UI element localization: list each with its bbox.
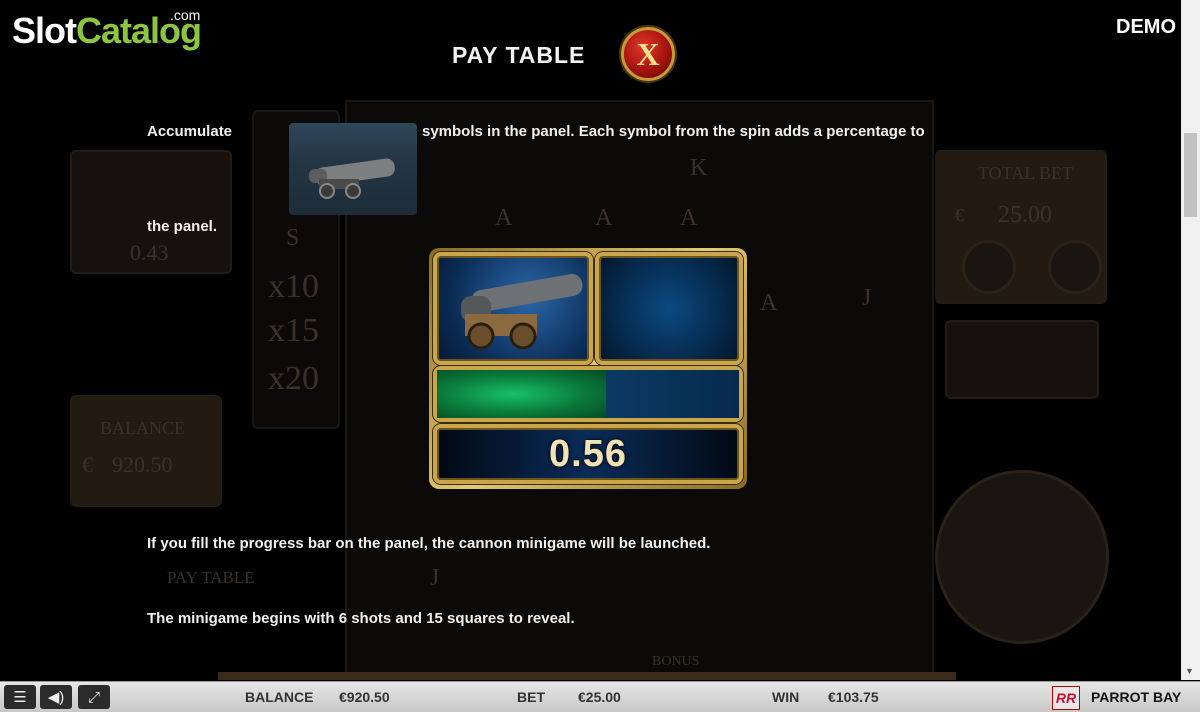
sound-button[interactable]: ◀): [40, 685, 72, 709]
backdrop-total-bet-currency: €: [955, 205, 964, 225]
speaker-icon: ◀): [47, 689, 65, 706]
backdrop-reel-letter: J: [430, 565, 440, 591]
backdrop-autoplay-panel: [945, 320, 1099, 399]
provider-logo: RR: [1052, 686, 1080, 710]
cannon-symbol-icon: [289, 123, 417, 215]
backdrop-balance-currency: €: [82, 452, 93, 477]
demo-label: DEMO: [1116, 16, 1176, 38]
backdrop-reel-letter: A: [680, 205, 698, 231]
backdrop-balance-label: BALANCE: [100, 418, 185, 438]
progress-bar-fill: [437, 370, 607, 418]
backdrop-bonus-label: BONUS: [652, 654, 700, 669]
game-name: PARROT BAY: [1091, 689, 1182, 705]
bet-value: €25.00: [578, 689, 621, 705]
backdrop-total-bet-value: 25.00: [998, 202, 1052, 228]
text-minigame: The minigame begins with 6 shots and 15 …: [147, 610, 575, 627]
paytable-scrollbar[interactable]: ▼: [1181, 0, 1200, 680]
bottom-bar: ☰ ◀) ⤢ BALANCE €920.50 BET €25.00 WIN €1…: [0, 681, 1200, 712]
backdrop-reel-letter: A: [760, 290, 778, 316]
text-symbols-in-panel: symbols in the panel. Each symbol from t…: [422, 123, 925, 140]
scroll-down-arrow-icon[interactable]: ▼: [1185, 666, 1194, 676]
backdrop-reel-letter: K: [690, 155, 708, 181]
logo-slot-text: Slot: [12, 10, 77, 51]
backdrop-balance-panel: [70, 395, 222, 507]
bet-label: BET: [517, 689, 545, 705]
balance-value: €920.50: [339, 689, 390, 705]
panel-empty-cell: [595, 252, 743, 365]
logo-com-text: .com: [170, 7, 201, 23]
text-fill-progress: If you fill the progress bar on the pane…: [147, 535, 711, 552]
balance-label: BALANCE: [245, 689, 314, 705]
close-icon: X: [636, 36, 660, 72]
win-value: €103.75: [828, 689, 879, 705]
hamburger-icon: ☰: [13, 689, 27, 706]
cannon-icon: [461, 274, 583, 350]
backdrop-spin-button: [935, 470, 1109, 644]
backdrop-reel-letter: A: [495, 205, 513, 231]
backdrop-minus-button: [962, 240, 1016, 294]
backdrop-bottom-frame: [218, 672, 956, 680]
backdrop-total-bet-label: TOTAL BET: [978, 163, 1074, 183]
text-accumulate: Accumulate: [147, 123, 233, 140]
backdrop-reel-letter: A: [595, 205, 613, 231]
text-the-panel: the panel.: [147, 218, 218, 235]
slotcatalog-logo[interactable]: SlotCatalog .com: [12, 7, 202, 52]
win-label: WIN: [772, 689, 800, 705]
cannon-progress-panel: 0.56: [429, 248, 747, 489]
panel-cannon-cell: [433, 252, 593, 365]
backdrop-balance-value: 920.50: [112, 452, 173, 477]
scrollbar-thumb[interactable]: [1184, 133, 1197, 217]
panel-value: 0.56: [549, 432, 627, 475]
backdrop-reel-letter: J: [862, 285, 872, 311]
backdrop-paytable-label: PAY TABLE: [167, 568, 255, 587]
backdrop-plus-button: [1048, 240, 1102, 294]
panel-value-display: 0.56: [433, 424, 743, 484]
progress-bar-empty: [606, 370, 739, 418]
backdrop-multiplier-3: x20: [268, 360, 319, 397]
panel-progress-bar: [433, 366, 743, 422]
paytable-title: PAY TABLE: [452, 42, 586, 68]
backdrop-multiplier-1: x10: [268, 268, 319, 305]
menu-button[interactable]: ☰: [4, 685, 36, 709]
backdrop-left-value: 0.43: [130, 240, 169, 265]
fullscreen-icon: ⤢: [87, 688, 100, 706]
fullscreen-button[interactable]: ⤢: [78, 685, 110, 709]
close-paytable-button[interactable]: X: [621, 27, 675, 81]
backdrop-reel-letter: S: [286, 225, 300, 251]
backdrop-multiplier-2: x15: [268, 312, 319, 349]
